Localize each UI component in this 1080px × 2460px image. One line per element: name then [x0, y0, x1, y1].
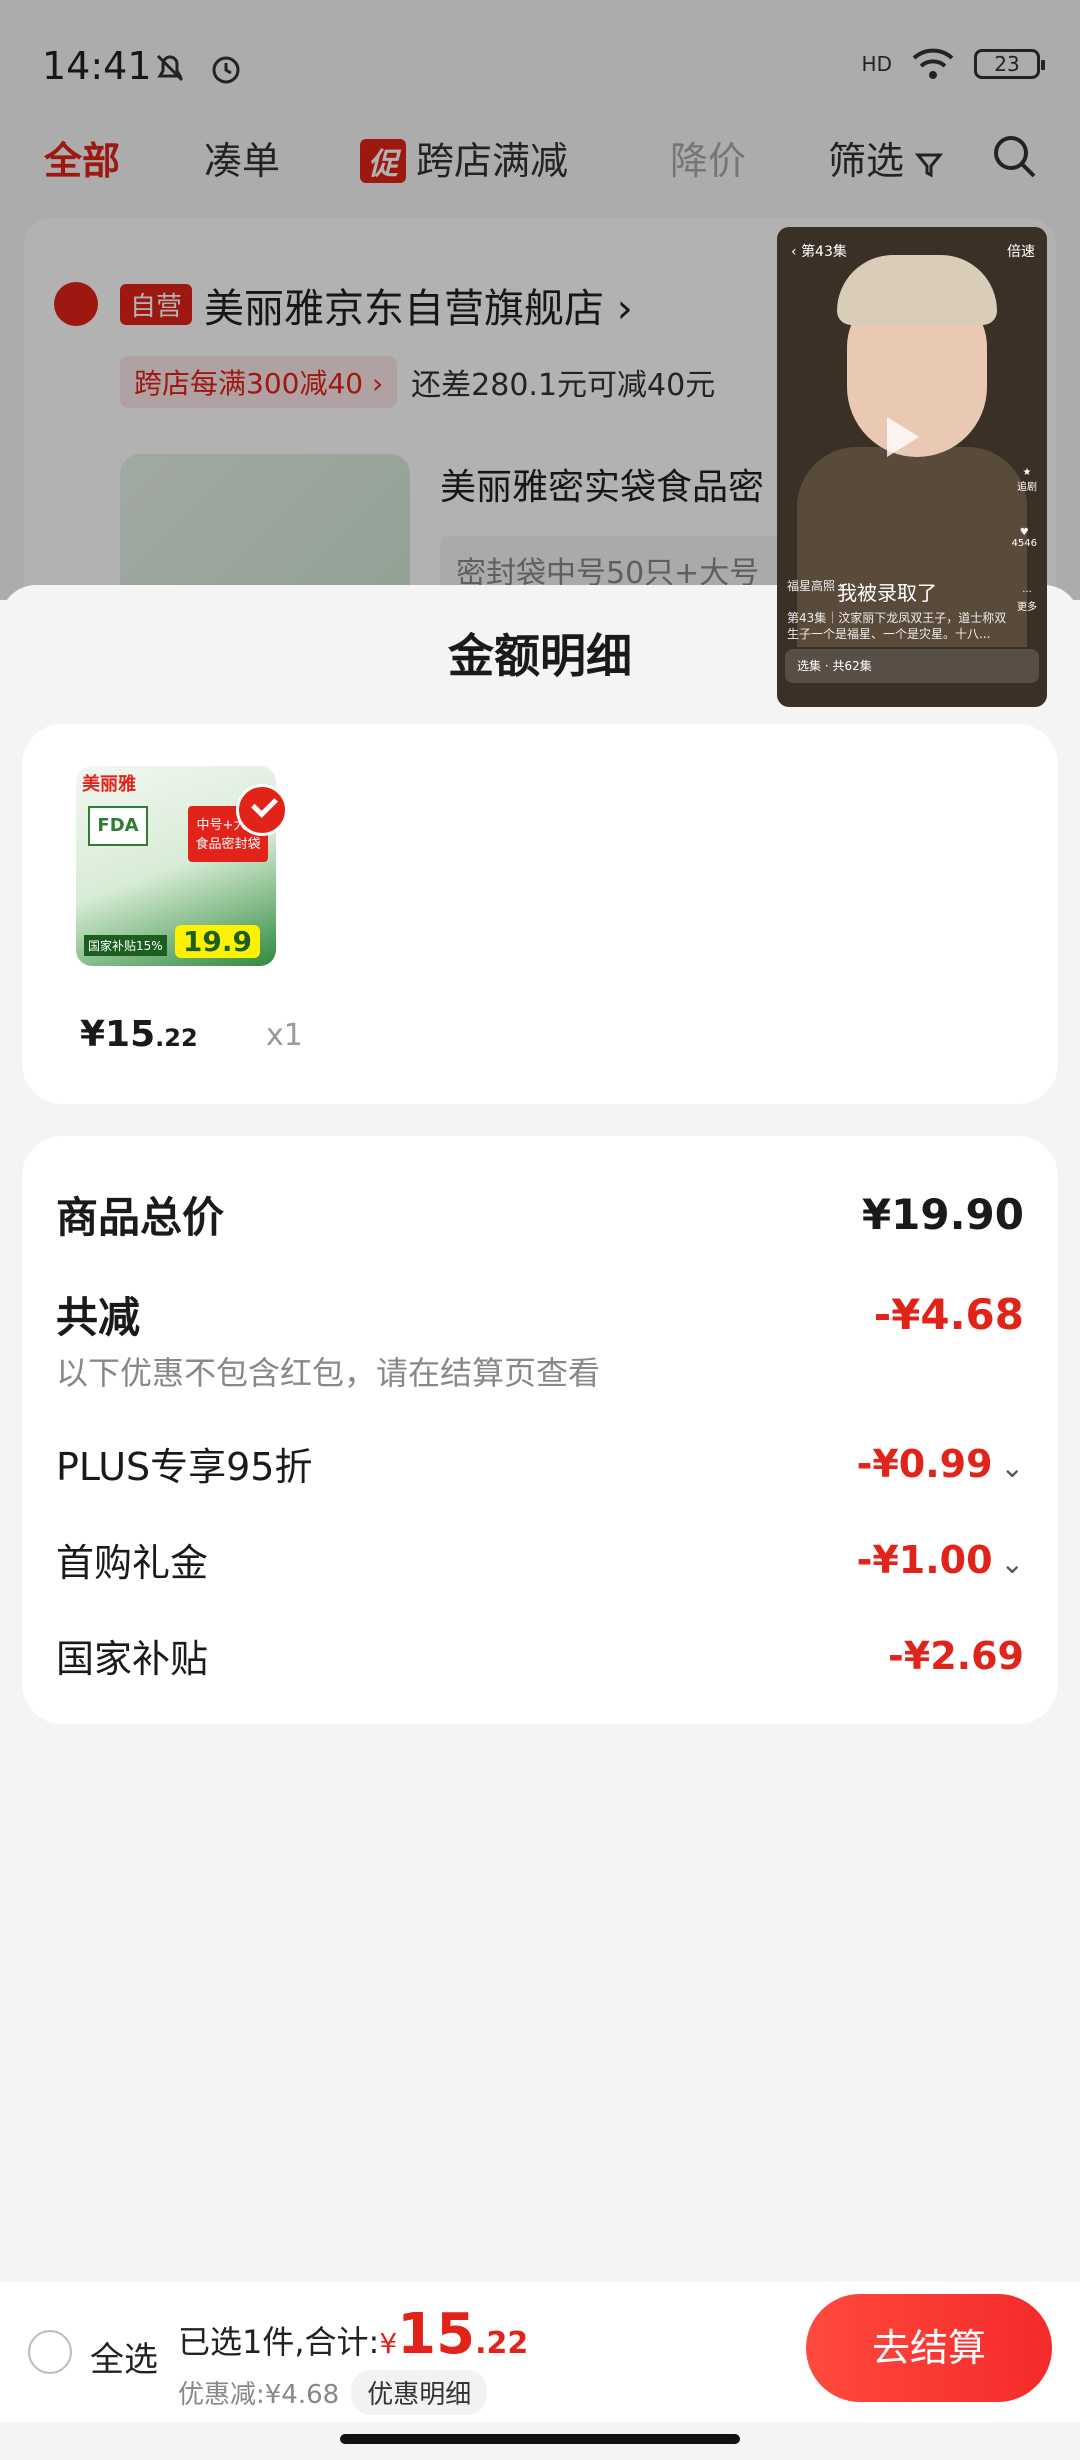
discount-line-first-purchase[interactable]: 首购礼金 -¥1.00 ⌄ [56, 1532, 1024, 1587]
items-card: 美丽雅 FDA 中号+大号 食品密封袋 国家补贴15% 19.9 ¥15.22 … [22, 724, 1058, 1104]
item-subsidy-tag: 国家补贴15% [84, 935, 167, 956]
episode-selector[interactable]: 选集 · 共62集 [785, 649, 1039, 683]
total-amount-dec: .22 [475, 2326, 529, 2361]
discount-line-value: -¥0.99 [856, 1441, 993, 1486]
chevron-down-icon[interactable]: ⌄ [1001, 1451, 1024, 1484]
home-indicator[interactable] [340, 2434, 740, 2444]
video-author[interactable]: 福星高照 › [787, 577, 844, 594]
discount-summary: 优惠减:¥4.68 优惠明细 [178, 2370, 488, 2415]
play-icon[interactable] [887, 417, 919, 457]
total-row: 商品总价 ¥19.90 [56, 1184, 1024, 1245]
price-detail-card: 商品总价 ¥19.90 共减 -¥4.68 以下优惠不包含红包，请在结算页查看 … [22, 1136, 1058, 1724]
favorite-icon[interactable]: ★ 追剧 [1017, 467, 1037, 493]
discount-detail-button[interactable]: 优惠明细 [351, 2370, 488, 2415]
video-speed[interactable]: 倍速 [1007, 241, 1035, 261]
discount-line-value: -¥2.69 [888, 1633, 1024, 1678]
more-icon[interactable]: ··· 更多 [1017, 587, 1037, 613]
select-all-radio[interactable] [28, 2330, 72, 2374]
total-value: ¥19.90 [861, 1190, 1024, 1239]
video-description: 第43集｜汶家丽下龙凤双王子，道士称双生子一个是福星、一个是灾星。十八... [787, 611, 1007, 641]
discount-summary-text: 优惠减:¥4.68 [178, 2380, 340, 2410]
item-selected-icon[interactable] [236, 784, 288, 836]
item-price: ¥15.22 [80, 1014, 198, 1055]
discount-value: -¥4.68 [873, 1290, 1024, 1339]
floating-video[interactable]: ‹ 第43集 倍速 ★ 追剧 ♥ 4546 ··· 更多 福星高照 › 我被录取了 第… [777, 227, 1047, 707]
discount-row: 共减 -¥4.68 [56, 1284, 1024, 1345]
checkout-button[interactable]: 去结算 [806, 2294, 1052, 2402]
discount-line-value: -¥1.00 [856, 1537, 993, 1582]
discount-line-label: 首购礼金 [56, 1541, 209, 1585]
video-episode[interactable]: ‹ 第43集 [791, 241, 847, 261]
discount-label: 共减 [56, 1293, 141, 1342]
discount-line-label: 国家补贴 [56, 1637, 209, 1681]
total-label: 商品总价 [56, 1193, 225, 1242]
like-icon[interactable]: ♥ 4546 [1012, 527, 1037, 549]
discount-line-label: PLUS专享95折 [56, 1445, 313, 1489]
item-quantity: x1 [266, 1018, 303, 1053]
selected-label: 已选1件,合计: [178, 2323, 380, 2361]
chevron-down-icon[interactable]: ⌄ [1001, 1547, 1024, 1580]
video-figure-cap [837, 255, 997, 325]
checkout-bar: 全选 已选1件,合计: ¥ 15 .22 优惠减:¥4.68 优惠明细 去结算 [0, 2282, 1080, 2422]
total-amount-int: 15 [397, 2302, 476, 2367]
item-brand: 美丽雅 [82, 774, 136, 795]
discount-line-subsidy: 国家补贴 -¥2.69 [56, 1628, 1024, 1683]
video-caption: 我被录取了 [837, 581, 937, 605]
fda-badge: FDA [88, 806, 148, 846]
select-all-label[interactable]: 全选 [90, 2332, 158, 2381]
discount-note: 以下优惠不包含红包，请在结算页查看 [56, 1354, 601, 1392]
total-currency: ¥ [379, 2327, 398, 2360]
selected-summary: 已选1件,合计: ¥ 15 .22 [178, 2302, 528, 2367]
item-image-price: 19.9 [174, 925, 260, 958]
discount-line-plus[interactable]: PLUS专享95折 -¥0.99 ⌄ [56, 1436, 1024, 1491]
